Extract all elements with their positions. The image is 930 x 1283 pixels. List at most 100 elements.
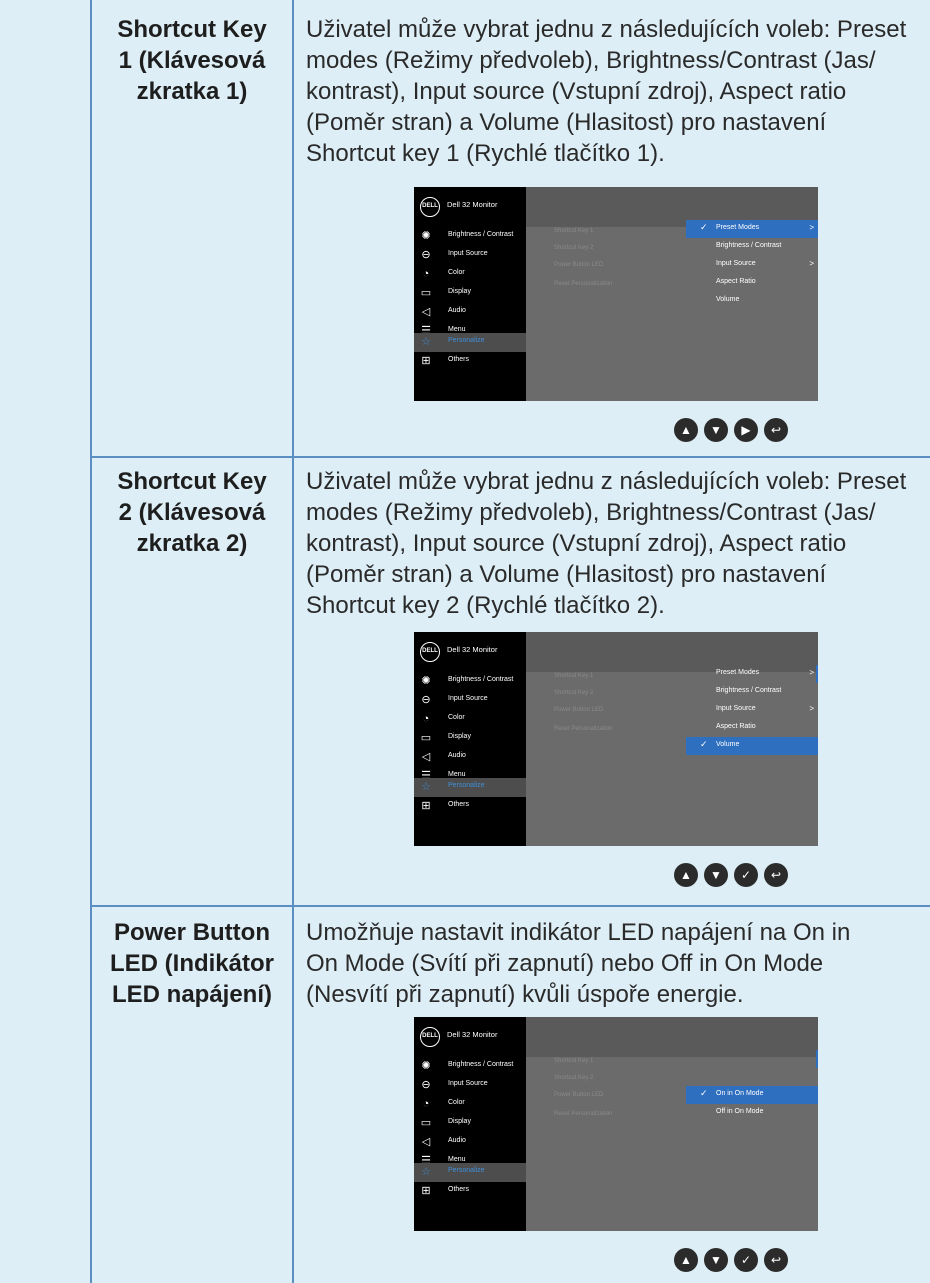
- osd-option: Brightness / Contrast: [716, 242, 782, 249]
- check-icon: ✓: [734, 863, 758, 887]
- input-source-icon: ⊖: [421, 694, 431, 706]
- row-description: Uživatel může vybrat jednu z následující…: [306, 468, 907, 619]
- osd-submenu-item: Shortcut Key 1: [554, 1058, 594, 1064]
- check-icon: ✓: [700, 739, 708, 749]
- osd-menu-item: ⊞ Others: [414, 1182, 526, 1201]
- osd-menu-item: ◁ Audio: [414, 303, 526, 322]
- chevron-right-icon: >: [809, 223, 814, 232]
- osd-submenu-item: Shortcut Key 1: [554, 228, 594, 234]
- check-icon: ✓: [734, 1248, 758, 1272]
- osd-option: Brightness / Contrast: [716, 687, 782, 694]
- up-icon: ▲: [674, 1248, 698, 1272]
- osd-menu-item: ⊞ Others: [414, 352, 526, 371]
- osd-menu-item: ✺ Brightness / Contrast: [414, 672, 526, 691]
- dell-logo: DELL: [420, 1027, 440, 1047]
- osd-menu-item: ⊞ Others: [414, 797, 526, 816]
- row-label: Shortcut Key 2 (Klávesová zkratka 2): [117, 468, 267, 557]
- osd-screenshot: DELL Dell 32 Monitor ✺ Brightness / Contr…: [414, 632, 818, 846]
- osd-option: Aspect Ratio: [716, 723, 756, 730]
- osd-nav-buttons: ▲ ▼ ✓ ↩: [674, 1248, 834, 1274]
- osd-nav-buttons: ▲ ▼ ▶ ↩: [674, 418, 834, 444]
- osd-option: Preset Modes >: [716, 668, 814, 677]
- chevron-right-icon: >: [809, 668, 814, 677]
- back-icon: ↩: [764, 1248, 788, 1272]
- osd-submenu-item: Reset Personalization: [554, 1111, 613, 1117]
- osd-menu-item: ⊖ Input Source: [414, 1076, 526, 1095]
- osd-submenu-item: Shortcut Key 2: [554, 690, 594, 696]
- audio-icon: ◁: [421, 751, 431, 763]
- back-icon: ↩: [764, 863, 788, 887]
- osd-title: Dell 32 Monitor: [447, 645, 498, 654]
- osd-submenu-item: Power Button LED: [554, 262, 604, 268]
- color-icon: ◔: [422, 1098, 430, 1110]
- audio-icon: ◁: [421, 1136, 431, 1148]
- osd-option-selected: ✓ On in On Mode: [686, 1086, 818, 1104]
- osd-menu-item: ◔ Color: [414, 1095, 526, 1114]
- input-source-icon: ⊖: [421, 1079, 431, 1091]
- osd-submenu-item: Power Button LED: [554, 1092, 604, 1098]
- back-icon: ↩: [764, 418, 788, 442]
- others-icon: ⊞: [421, 355, 431, 367]
- osd-menu-item: ◁ Audio: [414, 1133, 526, 1152]
- osd-submenu-item: Reset Personalization: [554, 726, 613, 732]
- input-source-icon: ⊖: [421, 249, 431, 261]
- up-icon: ▲: [674, 863, 698, 887]
- osd-submenu-item: Power Button LED: [554, 707, 604, 713]
- brightness-icon: ✺: [421, 1060, 431, 1072]
- color-icon: ◔: [422, 268, 430, 280]
- osd-option-selected: ✓ Preset Modes >: [686, 220, 818, 238]
- brightness-icon: ✺: [421, 230, 431, 242]
- osd-scroll-indicator: [816, 1050, 818, 1068]
- osd-submenu-item: Shortcut Key 1: [554, 673, 594, 679]
- display-icon: ▭: [420, 1117, 432, 1129]
- check-icon: ✓: [700, 222, 708, 232]
- star-icon: ☆: [421, 1166, 431, 1178]
- osd-menu-item: ◁ Audio: [414, 748, 526, 767]
- down-icon: ▼: [704, 863, 728, 887]
- osd-submenu-item: Shortcut Key 2: [554, 245, 594, 251]
- display-icon: ▭: [420, 287, 432, 299]
- osd-submenu-item: Shortcut Key 2: [554, 1075, 594, 1081]
- chevron-right-icon: >: [809, 259, 814, 268]
- row-label: Power Button LED (Indikátor LED napájení…: [109, 919, 274, 1008]
- osd-menu-item: ☆ Personalize: [414, 778, 526, 797]
- osd-menu-item: ▭ Display: [420, 732, 471, 744]
- table-row-power-button-led: Power Button LED (Indikátor LED napájení…: [92, 907, 930, 1283]
- osd-menu-item: ▭ Display: [420, 287, 471, 299]
- osd-screenshot: DELL Dell 32 Monitor ✺ Brightness / Contr…: [414, 187, 818, 401]
- osd-screenshot: DELL Dell 32 Monitor ✺ Brightness / Contr…: [414, 1017, 818, 1231]
- osd-option-selected: ✓ Volume: [686, 737, 818, 755]
- osd-menu-item: ◔ Color: [414, 710, 526, 729]
- osd-menu-item: ☆ Personalize: [414, 333, 526, 352]
- down-icon: ▼: [704, 1248, 728, 1272]
- table-row-shortcut-key-1: Shortcut Key 1 (Klávesová zkratka 1) Uži…: [92, 0, 930, 456]
- osd-option: Off in On Mode: [716, 1108, 764, 1115]
- down-icon: ▼: [704, 418, 728, 442]
- osd-option: Input Source >: [716, 704, 814, 713]
- osd-menu-item: ◔ Color: [414, 265, 526, 284]
- dell-logo: DELL: [420, 642, 440, 662]
- row-description: Uživatel může vybrat jednu z následující…: [306, 16, 907, 167]
- display-icon: ▭: [420, 732, 432, 744]
- osd-menu-item: ⊖ Input Source: [414, 691, 526, 710]
- osd-option: Aspect Ratio: [716, 278, 756, 285]
- star-icon: ☆: [421, 336, 431, 348]
- osd-title: Dell 32 Monitor: [447, 1030, 498, 1039]
- table-row-shortcut-key-2: Shortcut Key 2 (Klávesová zkratka 2) Uži…: [92, 458, 930, 905]
- osd-option: Volume: [716, 296, 740, 303]
- dell-logo: DELL: [420, 197, 440, 217]
- osd-menu-item: ✺ Brightness / Contrast: [414, 1057, 526, 1076]
- osd-nav-buttons: ▲ ▼ ✓ ↩: [674, 863, 834, 889]
- osd-submenu-item: Reset Personalization: [554, 281, 613, 287]
- osd-menu-item: ▭ Display: [420, 1117, 471, 1129]
- osd-menu-item: ⊖ Input Source: [414, 246, 526, 265]
- row-label: Shortcut Key 1 (Klávesová zkratka 1): [117, 16, 267, 105]
- up-icon: ▲: [674, 418, 698, 442]
- audio-icon: ◁: [421, 306, 431, 318]
- color-icon: ◔: [422, 713, 430, 725]
- check-icon: ✓: [700, 1088, 708, 1098]
- star-icon: ☆: [421, 781, 431, 793]
- osd-title: Dell 32 Monitor: [447, 200, 498, 209]
- brightness-icon: ✺: [421, 675, 431, 687]
- others-icon: ⊞: [421, 1185, 431, 1197]
